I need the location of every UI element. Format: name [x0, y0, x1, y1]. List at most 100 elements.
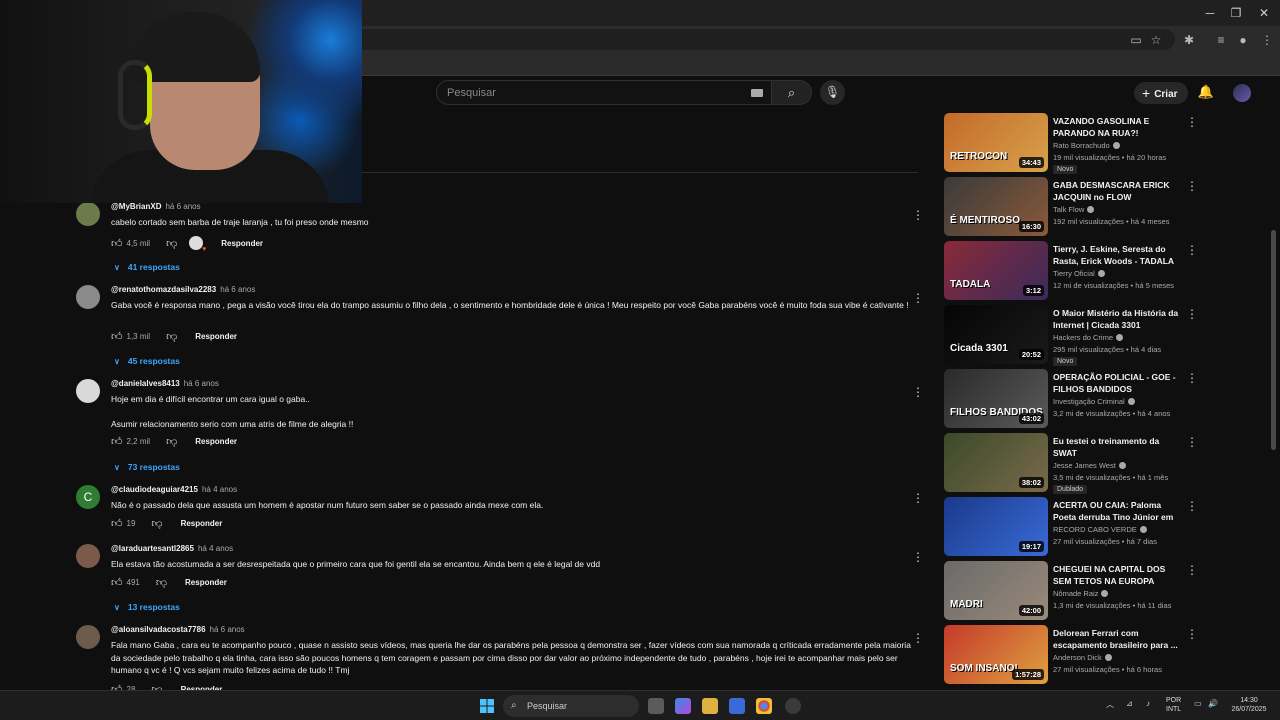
comment-avatar[interactable]	[76, 379, 100, 403]
related-video[interactable]: TADALA 3:12 Tierry, J. Eskine, Seresta do …	[944, 241, 1204, 301]
file-explorer-icon[interactable]	[702, 698, 718, 714]
comment-time[interactable]: há 4 anos	[198, 544, 233, 553]
chrome-icon[interactable]	[756, 698, 772, 714]
app-icon[interactable]	[785, 698, 801, 714]
channel-name[interactable]: Investigação Criminal	[1053, 397, 1135, 406]
like-icon[interactable]: 👍︎	[111, 330, 123, 343]
microphone-tray-icon[interactable]: ♪	[1146, 699, 1150, 708]
video-thumbnail[interactable]: TADALA 3:12	[944, 241, 1048, 300]
page-scrollbar[interactable]	[1271, 230, 1276, 450]
chevron-up-icon[interactable]: ︿	[1106, 699, 1114, 710]
profile-icon[interactable]: ●	[1234, 31, 1252, 49]
view-replies-button[interactable]: ∨ 13 respostas	[114, 602, 180, 612]
video-title[interactable]: OPERAÇÃO POLICIAL - GOE - FILHOS BANDIDO…	[1053, 371, 1179, 395]
video-menu-icon[interactable]: ⋮	[1186, 115, 1198, 129]
video-menu-icon[interactable]: ⋮	[1186, 243, 1198, 257]
comment-avatar[interactable]	[76, 544, 100, 568]
video-title[interactable]: CHEGUEI NA CAPITAL DOS SEM TETOS NA EURO…	[1053, 563, 1179, 587]
comment-author[interactable]: @danielalves8413	[111, 379, 180, 388]
voice-search-button[interactable]: 🎙	[820, 80, 845, 105]
like-icon[interactable]: 👍︎	[111, 576, 123, 589]
comment-time[interactable]: há 4 anos	[202, 485, 237, 494]
view-replies-button[interactable]: ∨ 73 respostas	[114, 462, 180, 472]
related-video[interactable]: FILHOS BANDIDOS 43:02 OPERAÇÃO POLICIAL - …	[944, 369, 1204, 429]
video-menu-icon[interactable]: ⋮	[1186, 371, 1198, 385]
comment-time[interactable]: há 6 anos	[165, 202, 200, 211]
video-menu-icon[interactable]: ⋮	[1186, 499, 1198, 513]
video-thumbnail[interactable]: FILHOS BANDIDOS 43:02	[944, 369, 1048, 428]
video-title[interactable]: O Maior Mistério da História da Internet…	[1053, 307, 1179, 331]
close-window-button[interactable]: ✕	[1250, 4, 1278, 22]
channel-name[interactable]: Rato Borrachudo	[1053, 141, 1120, 150]
comment-menu-icon[interactable]: ⋮	[912, 550, 924, 564]
video-thumbnail[interactable]: SOM INSANO! 1:57:28	[944, 625, 1048, 684]
comment-time[interactable]: há 6 anos	[184, 379, 219, 388]
channel-name[interactable]: Tierry Oficial	[1053, 269, 1105, 278]
comment-menu-icon[interactable]: ⋮	[912, 491, 924, 505]
video-title[interactable]: GABA DESMASCARA ERICK JACQUIN no FLOW	[1053, 179, 1179, 203]
video-thumbnail[interactable]: 38:02	[944, 433, 1048, 492]
dislike-icon[interactable]: 👎︎	[151, 517, 162, 530]
like-icon[interactable]: 👍︎	[111, 435, 123, 448]
video-title[interactable]: Tierry, J. Eskine, Seresta do Rasta, Eri…	[1053, 243, 1179, 267]
video-thumbnail[interactable]: É MENTIROSO 16:30	[944, 177, 1048, 236]
comment-menu-icon[interactable]: ⋮	[912, 291, 924, 305]
comment-author[interactable]: @laraduartesantl2865	[111, 544, 194, 553]
account-avatar[interactable]	[1233, 84, 1251, 102]
channel-name[interactable]: Jesse James West	[1053, 461, 1126, 470]
video-thumbnail[interactable]: Cicada 3301 20:52	[944, 305, 1048, 364]
video-title[interactable]: Eu testei o treinamento da SWAT	[1053, 435, 1179, 459]
related-video[interactable]: SOM INSANO! 1:57:28 Delorean Ferrari com e…	[944, 625, 1204, 685]
reply-button[interactable]: Responder	[185, 578, 227, 587]
search-button[interactable]: ⌕	[772, 80, 812, 105]
video-menu-icon[interactable]: ⋮	[1186, 627, 1198, 641]
like-icon[interactable]: 👍︎	[111, 517, 123, 530]
comment-author[interactable]: @aloansilvadacosta7786	[111, 625, 206, 634]
create-button[interactable]: + Criar	[1134, 82, 1188, 104]
media-icon[interactable]: ≡	[1212, 31, 1230, 49]
video-thumbnail[interactable]: 19:17	[944, 497, 1048, 556]
copilot-icon[interactable]	[675, 698, 691, 714]
related-video[interactable]: 19:17 ACERTA OU CAIA: Paloma Poeta derrub…	[944, 497, 1204, 557]
notifications-bell-icon[interactable]: 🔔	[1197, 84, 1215, 102]
dislike-icon[interactable]: 👎︎	[166, 435, 177, 448]
channel-name[interactable]: RECORD CABO VERDE	[1053, 525, 1147, 534]
minimize-button[interactable]: ─	[1196, 4, 1224, 22]
display-icon[interactable]: ▭	[1194, 699, 1202, 708]
taskbar-search[interactable]: ⌕ Pesquisar	[503, 695, 639, 717]
video-menu-icon[interactable]: ⋮	[1186, 563, 1198, 577]
comment-menu-icon[interactable]: ⋮	[912, 631, 924, 645]
language-indicator[interactable]: POR INTL	[1166, 696, 1181, 714]
video-thumbnail[interactable]: RETROCON 34:43	[944, 113, 1048, 172]
comment-time[interactable]: há 6 anos	[220, 285, 255, 294]
comment-author[interactable]: @renatothomazdasilva2283	[111, 285, 216, 294]
cast-icon[interactable]: ▭	[1127, 31, 1145, 49]
like-icon[interactable]: 👍︎	[111, 237, 123, 250]
start-windows-icon[interactable]	[480, 699, 494, 713]
related-video[interactable]: 38:02 Eu testei o treinamento da SWAT Jess…	[944, 433, 1204, 494]
maximize-button[interactable]: ❐	[1222, 4, 1250, 22]
task-view-icon[interactable]	[648, 698, 664, 714]
channel-name[interactable]: Anderson Dick	[1053, 653, 1112, 662]
reply-button[interactable]: Responder	[221, 239, 263, 248]
comment-time[interactable]: há 6 anos	[210, 625, 245, 634]
comment-menu-icon[interactable]: ⋮	[912, 208, 924, 222]
store-icon[interactable]	[729, 698, 745, 714]
dislike-icon[interactable]: 👎︎	[166, 237, 177, 250]
related-video[interactable]: RETROCON 34:43 VAZANDO GASOLINA E PARANDO …	[944, 113, 1204, 174]
view-replies-button[interactable]: ∨ 45 respostas	[114, 356, 180, 366]
reply-button[interactable]: Responder	[195, 332, 237, 341]
video-title[interactable]: Delorean Ferrari com escapamento brasile…	[1053, 627, 1179, 651]
video-thumbnail[interactable]: MADRI 42:00	[944, 561, 1048, 620]
volume-icon[interactable]: 🔊	[1208, 699, 1218, 708]
address-bar[interactable]	[340, 29, 1175, 50]
reply-button[interactable]: Responder	[181, 519, 223, 528]
channel-name[interactable]: Hackers do Crime	[1053, 333, 1124, 342]
related-video[interactable]: MADRI 42:00 CHEGUEI NA CAPITAL DOS SEM TET…	[944, 561, 1204, 621]
star-icon[interactable]: ☆	[1147, 31, 1165, 49]
related-video[interactable]: Cicada 3301 20:52 O Maior Mistério da Hist…	[944, 305, 1204, 366]
comment-avatar[interactable]	[76, 285, 100, 309]
comment-menu-icon[interactable]: ⋮	[912, 385, 924, 399]
menu-icon[interactable]: ⋮	[1258, 31, 1276, 49]
video-menu-icon[interactable]: ⋮	[1186, 307, 1198, 321]
